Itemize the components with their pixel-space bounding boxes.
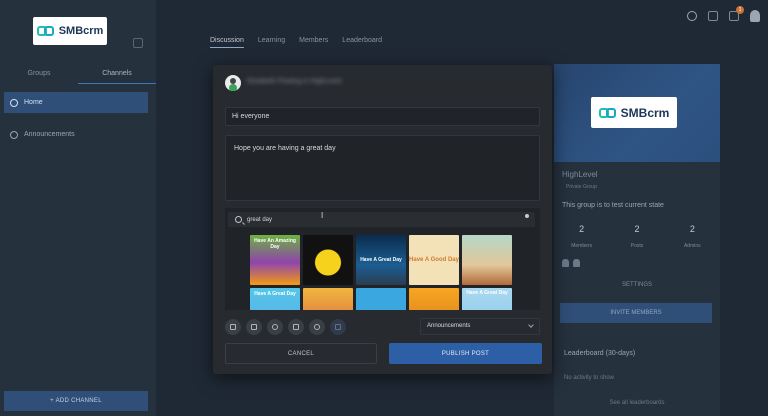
brand-logo-icon	[598, 107, 617, 119]
gif-result[interactable]: Have A Great Day	[250, 288, 300, 310]
notification-badge: 1	[736, 6, 744, 14]
gif-picker: great day I Have An Amazing Day Have A G…	[225, 208, 540, 310]
group-type: Private Group	[566, 184, 597, 190]
gif-results: Have An Amazing Day Have A Great Day Hav…	[250, 235, 512, 310]
post-toolbar	[225, 319, 346, 335]
user-avatar-icon[interactable]	[750, 10, 760, 22]
stat-label: Admins	[683, 243, 701, 249]
group-description: This group is to test current state	[562, 202, 664, 209]
gif-result[interactable]: Have A Great Day	[356, 235, 406, 285]
member-avatar-icon	[573, 259, 580, 267]
text-cursor-icon: I	[321, 211, 324, 220]
link-icon	[293, 324, 299, 330]
sidebar-item-label: Announcements	[24, 131, 75, 138]
gif-result[interactable]	[303, 235, 353, 285]
sidebar-item-home[interactable]: Home	[4, 92, 148, 113]
gif-result[interactable]: Have A Good Day	[409, 235, 459, 285]
stat-label: Members	[571, 243, 593, 249]
settings-button[interactable]: SETTINGS	[554, 282, 720, 288]
leaderboard-title: Leaderboard (30-days)	[564, 350, 636, 357]
user-icon	[10, 98, 18, 107]
notification-bell-icon[interactable]: 1	[729, 6, 744, 21]
gif-result[interactable]	[356, 288, 406, 310]
add-channel-button[interactable]: + ADD CHANNEL	[4, 391, 148, 411]
gif-icon	[335, 324, 341, 330]
image-icon	[230, 324, 236, 330]
stat-value: 2	[579, 224, 585, 234]
chevron-down-icon	[528, 322, 534, 328]
loading-dot-icon	[525, 214, 529, 218]
author-line: Elizabeth Posting in HighLevel	[247, 78, 342, 85]
brand-name: SMBcrm	[58, 25, 104, 37]
brand-logo-icon	[36, 25, 55, 37]
gif-caption: Have An Amazing Day	[254, 238, 296, 250]
channel-select-value: Announcements	[427, 323, 471, 329]
stat-label: Posts	[630, 243, 644, 249]
tab-groups[interactable]: Groups	[0, 66, 78, 84]
tab-channels[interactable]: Channels	[78, 66, 156, 84]
invite-members-button[interactable]: INVITE MEMBERS	[560, 303, 712, 323]
gif-caption: Have A Great Day	[254, 291, 296, 297]
stat-members: 2 Members	[554, 224, 609, 252]
emoji-icon	[314, 324, 320, 330]
sidebar-item-label: Home	[24, 99, 43, 106]
tab-discussion[interactable]: Discussion	[210, 37, 244, 48]
leaderboard-empty-text: No activity to show	[564, 375, 615, 381]
author-avatar	[225, 75, 241, 91]
image-upload-button[interactable]	[225, 319, 241, 335]
dark-mode-icon[interactable]	[687, 11, 697, 21]
stat-admins: 2 Admins	[665, 224, 720, 252]
tab-learning[interactable]: Learning	[258, 37, 285, 48]
search-icon	[235, 216, 242, 223]
see-all-leaderboards-link[interactable]: See all leaderboards	[554, 400, 720, 406]
create-post-modal: Elizabeth Posting in HighLevel Hi everyo…	[213, 65, 552, 374]
insert-link-button[interactable]	[288, 319, 304, 335]
emoji-button[interactable]	[309, 319, 325, 335]
group-name: HighLevel	[562, 170, 598, 179]
gif-result[interactable]: Have A Great Day	[462, 288, 512, 310]
video-icon	[251, 324, 257, 330]
paperclip-icon	[272, 324, 278, 330]
stat-posts: 2 Posts	[609, 224, 664, 252]
collapse-sidebar-icon[interactable]	[133, 38, 143, 48]
brand-name: SMBcrm	[620, 105, 670, 120]
brand-logo[interactable]: SMBcrm	[33, 17, 107, 45]
stat-value: 2	[689, 224, 695, 234]
chat-icon	[10, 130, 18, 139]
gif-search-input[interactable]: great day	[228, 212, 535, 227]
apps-grid-icon[interactable]	[708, 11, 718, 21]
sidebar-item-announcements[interactable]: Announcements	[4, 124, 148, 145]
channel-select[interactable]: Announcements	[420, 318, 540, 335]
gif-result[interactable]	[462, 235, 512, 285]
group-stats: 2 Members 2 Posts 2 Admins	[554, 224, 720, 252]
tab-leaderboard[interactable]: Leaderboard	[342, 37, 382, 48]
post-title-input[interactable]: Hi everyone	[225, 107, 540, 126]
gif-caption: Have A Good Day	[409, 257, 459, 263]
gif-result[interactable]	[409, 288, 459, 310]
gif-button[interactable]	[330, 319, 346, 335]
tab-members[interactable]: Members	[299, 37, 328, 48]
gif-search-value: great day	[247, 216, 273, 223]
gif-caption: Have A Great Day	[360, 257, 402, 263]
cancel-button[interactable]: CANCEL	[225, 343, 377, 364]
sidebar-tabs: Groups Channels	[0, 66, 156, 84]
header-actions: 1	[687, 6, 760, 22]
cover-brand-logo: SMBcrm	[591, 97, 677, 128]
group-info-panel: SMBcrm HighLevel Private Group This grou…	[554, 64, 720, 416]
gif-result[interactable]: Have An Amazing Day	[250, 235, 300, 285]
attach-file-button[interactable]	[267, 319, 283, 335]
sidebar: SMBcrm Groups Channels Home Announcement…	[0, 0, 156, 416]
stat-value: 2	[634, 224, 640, 234]
post-body-textarea[interactable]: Hope you are having a great day	[225, 135, 540, 201]
gif-result[interactable]	[303, 288, 353, 310]
member-avatar-icon	[562, 259, 569, 267]
group-tabs: Discussion Learning Members Leaderboard	[210, 37, 382, 48]
gif-caption: Have A Great Day	[466, 290, 508, 296]
member-avatars[interactable]	[562, 259, 580, 267]
publish-post-button[interactable]: PUBLISH POST	[389, 343, 542, 364]
group-cover-image: SMBcrm	[554, 64, 720, 162]
video-upload-button[interactable]	[246, 319, 262, 335]
